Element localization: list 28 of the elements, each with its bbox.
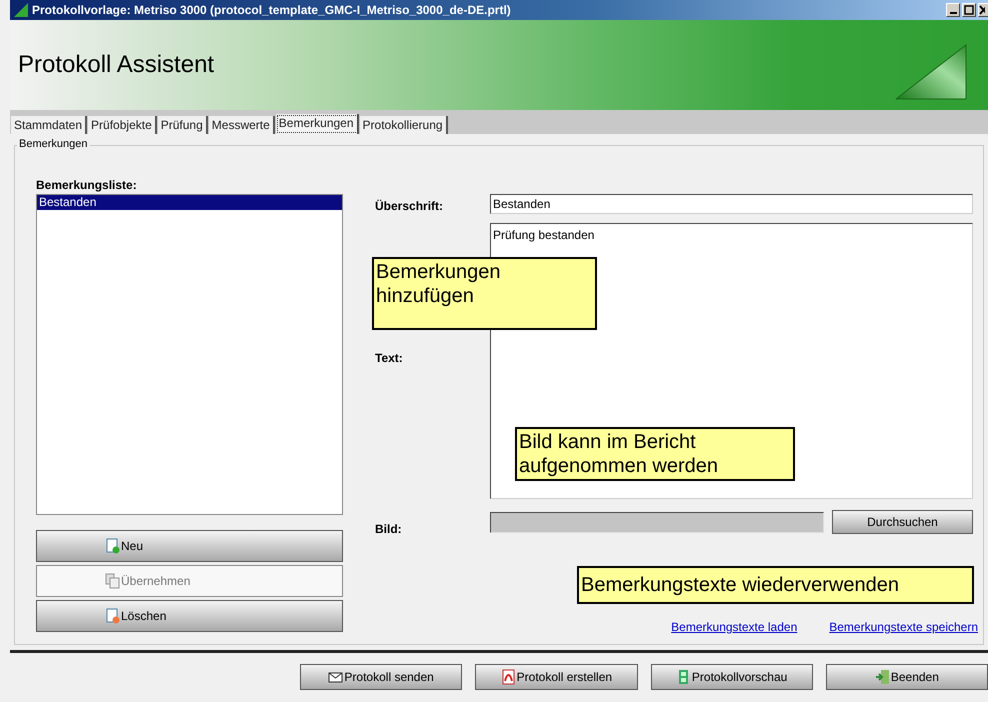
tab[interactable]: Prüfung — [158, 116, 208, 134]
field-label: Text: — [375, 351, 404, 365]
window-title: Protokollvorlage: Metriso 3000 (protocol_template_GMC-I_Metriso_3000_de-DE.prtl) — [32, 3, 511, 17]
field-label: Überschrift: — [375, 198, 444, 213]
link[interactable]: Bemerkungstexte speichern — [829, 620, 978, 634]
list-label: Bemerkungsliste: — [36, 178, 138, 192]
tab[interactable]: Prüfobjekte — [88, 116, 157, 134]
tab[interactable]: Protokollierung — [360, 116, 448, 134]
callout-tooltip: Bemerkungstexte wiederverwenden — [577, 566, 974, 604]
app-title: Protokoll Assistent — [18, 51, 214, 79]
tab[interactable]: Bemerkungen — [276, 114, 359, 134]
link[interactable]: Bemerkungstexte laden — [671, 620, 798, 634]
tab[interactable]: Messwerte — [208, 116, 275, 134]
remarks-list[interactable]: Bestanden — [36, 194, 343, 515]
field-label: Bild: — [375, 521, 403, 536]
browse-button[interactable]: Durchsuchen — [832, 510, 973, 534]
callout-tooltip: Bemerkungen hinzufügen — [372, 257, 597, 330]
footer-button[interactable]: Protokollvorschau — [650, 664, 813, 690]
delete-button[interactable]: Löschen — [36, 600, 343, 632]
heading-field[interactable]: Bestanden — [490, 194, 973, 214]
footer-button[interactable]: Protokoll erstellen — [475, 664, 638, 690]
tab[interactable]: Stammdaten — [11, 116, 88, 134]
footer-button[interactable]: Beenden — [826, 664, 988, 690]
footer-button[interactable]: Protokoll senden — [300, 664, 462, 690]
group-title: Bemerkungen — [17, 138, 90, 150]
new-button[interactable]: Neu — [36, 530, 343, 562]
callout-tooltip: Bild kann im Bericht aufgenommen werden — [515, 427, 795, 481]
list-item[interactable]: Bestanden — [37, 195, 342, 210]
